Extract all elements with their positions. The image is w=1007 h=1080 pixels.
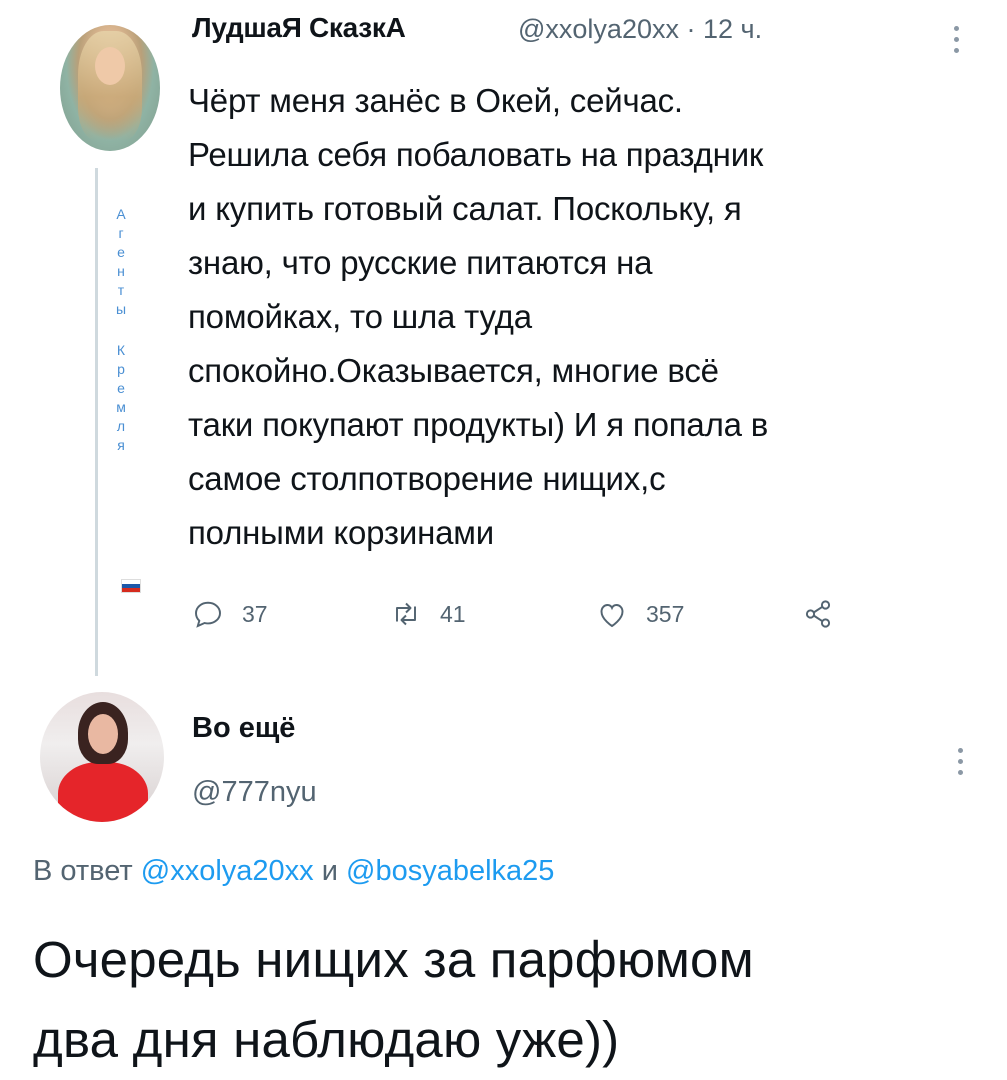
vertical-letter: я (117, 437, 125, 453)
separator: · (686, 14, 696, 44)
author-avatar[interactable] (60, 25, 160, 151)
timestamp[interactable]: 12 ч. (703, 14, 762, 44)
more-icon[interactable] (954, 26, 960, 59)
vertical-letter: ы (115, 301, 127, 317)
vertical-letter: К (116, 342, 126, 358)
tweet-text: Очередь нищих за парфюмом два дня наблюд… (33, 931, 754, 1068)
author-name[interactable]: ЛудшаЯ СказкА (192, 12, 406, 44)
vertical-letter: г (118, 225, 124, 241)
avatar-image (58, 762, 148, 822)
author-handle[interactable]: @777nyu (192, 776, 317, 809)
vertical-letter: т (117, 282, 125, 298)
reply-prefix: В ответ (33, 855, 133, 887)
vertical-letter: л (116, 418, 126, 434)
share-icon (805, 600, 831, 628)
share-button[interactable] (800, 596, 836, 632)
retweet-button[interactable]: 41 (388, 596, 466, 632)
reply-context: В ответ @xxolya20xx и @bosyabelka25 (33, 855, 554, 888)
russian-flag-icon (121, 579, 141, 593)
author-handle[interactable]: @xxolya20xx (518, 14, 679, 44)
like-button[interactable]: 357 (594, 596, 684, 632)
like-icon (600, 604, 624, 628)
reply-mention-link[interactable]: @bosyabelka25 (346, 855, 554, 887)
author-name[interactable]: Во ещё (192, 712, 295, 745)
vertical-letter: р (117, 361, 125, 377)
reply-count: 37 (242, 600, 268, 627)
author-handle-and-time[interactable]: @xxolya20xx · 12 ч. (518, 14, 762, 45)
reply-button[interactable]: 37 (190, 596, 268, 632)
author-avatar[interactable] (40, 692, 164, 822)
vertical-letter: А (116, 206, 126, 222)
vertical-letter: м (116, 399, 126, 415)
vertical-letter: е (117, 380, 125, 396)
reply-mention-link[interactable]: @xxolya20xx (141, 855, 314, 887)
like-count: 357 (646, 600, 685, 627)
more-icon[interactable] (958, 748, 964, 781)
vertical-letter: н (117, 263, 125, 279)
vertical-label: А г е н т ы К р е м л я (112, 205, 130, 455)
tweet-text: Чёрт меня занёс в Окей, сейчас. Решила с… (188, 82, 769, 551)
avatar-face (95, 47, 125, 85)
retweet-count: 41 (440, 600, 466, 627)
reply-icon (195, 601, 221, 628)
reply-and: и (321, 855, 338, 887)
vertical-letter: е (117, 244, 125, 260)
retweet-icon (396, 602, 416, 626)
thread-connector-line (95, 168, 98, 676)
